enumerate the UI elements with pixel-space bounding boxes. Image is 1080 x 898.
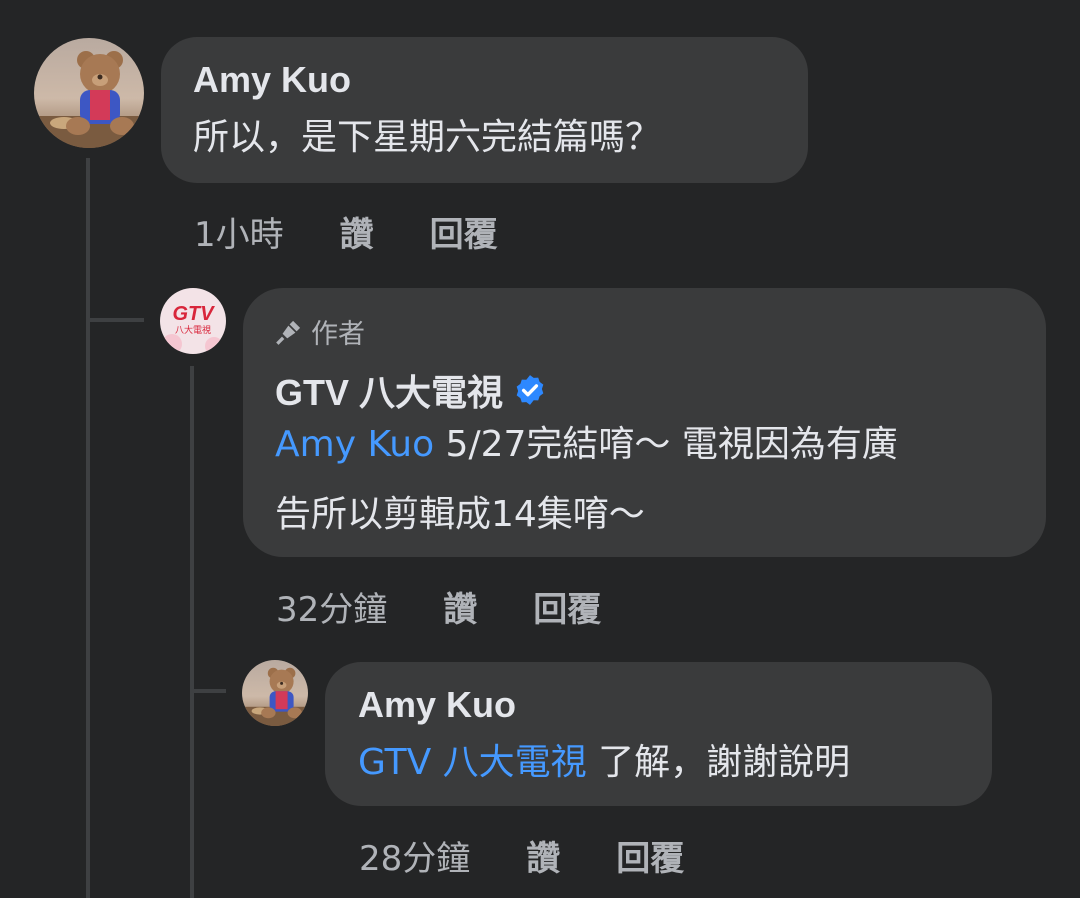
logo-text: GTV — [172, 303, 215, 325]
thread-line — [190, 366, 194, 898]
microphone-icon — [276, 320, 301, 345]
comment-actions: 28分鐘 讚 回覆 — [359, 831, 684, 880]
avatar[interactable]: GTV 八大電視 — [160, 288, 226, 354]
reply-button[interactable]: 回覆 — [533, 582, 601, 631]
teddy-bear-avatar-icon — [34, 38, 144, 148]
comment-bubble: Amy Kuo 所以，是下星期六完結篇嗎？ — [161, 37, 808, 183]
comment-author[interactable]: Amy Kuo — [358, 684, 516, 726]
author-badge: 作者 — [275, 312, 365, 351]
like-button[interactable]: 讚 — [443, 582, 477, 631]
comment-actions: 1小時 讚 回覆 — [194, 207, 498, 256]
comment-text-line: GTV 八大電視 了解，謝謝說明 — [358, 728, 850, 798]
avatar[interactable] — [242, 660, 308, 726]
teddy-bear-avatar-icon — [242, 660, 308, 726]
reply-button[interactable]: 回覆 — [616, 831, 684, 880]
like-button[interactable]: 讚 — [340, 207, 374, 256]
comment-timestamp[interactable]: 28分鐘 — [359, 831, 470, 880]
like-button[interactable]: 讚 — [526, 831, 560, 880]
comment-text: 了解，謝謝說明 — [586, 742, 851, 783]
mention-link[interactable]: GTV 八大電視 — [358, 742, 587, 783]
verified-badge-icon — [516, 375, 544, 405]
thread-branch-line — [190, 689, 226, 693]
comment-author-row: GTV 八大電視 — [275, 364, 547, 416]
comment-timestamp[interactable]: 1小時 — [194, 207, 284, 256]
comment-text: 5/27完結唷～ 電視因為有廣 — [434, 424, 898, 465]
comment-actions: 32分鐘 讚 回覆 — [276, 582, 601, 631]
gtv-logo-avatar-icon: GTV 八大電視 — [160, 288, 226, 354]
thread-line — [86, 158, 90, 898]
comment-bubble: 作者 GTV 八大電視 Amy Kuo 5/27完結唷～ 電視因為有廣 告所以剪… — [243, 288, 1046, 557]
author-badge-label: 作者 — [311, 319, 365, 350]
thread-branch-line — [86, 318, 144, 322]
comment-text: 所以，是下星期六完結篇嗎？ — [193, 117, 662, 158]
comment-author[interactable]: GTV 八大電視 — [275, 364, 503, 416]
comment-thread: Amy Kuo 所以，是下星期六完結篇嗎？ 1小時 讚 回覆 GTV 八大電視 … — [0, 0, 1080, 898]
reply-button[interactable]: 回覆 — [430, 207, 498, 256]
comment-text-line: Amy Kuo 5/27完結唷～ 電視因為有廣 — [275, 410, 898, 480]
avatar[interactable] — [34, 38, 144, 148]
logo-subtext: 八大電視 — [175, 324, 211, 336]
comment-author[interactable]: Amy Kuo — [193, 59, 351, 101]
comment-timestamp[interactable]: 32分鐘 — [276, 582, 387, 631]
comment-text: 告所以剪輯成14集唷～ — [275, 494, 645, 535]
comment-bubble: Amy Kuo GTV 八大電視 了解，謝謝說明 — [325, 662, 992, 806]
mention-link[interactable]: Amy Kuo — [275, 424, 434, 465]
